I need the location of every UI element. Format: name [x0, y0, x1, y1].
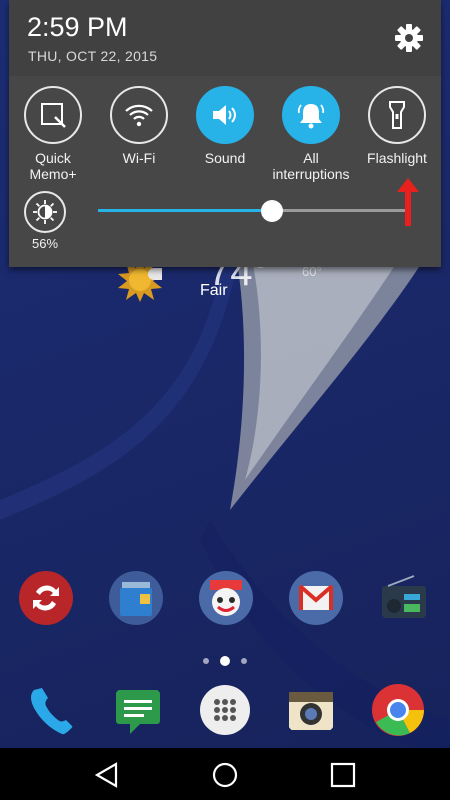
bell-icon	[297, 104, 325, 129]
gmail-icon[interactable]	[288, 570, 344, 626]
qs-label-quick-memo: Quick Memo+	[29, 150, 77, 182]
brightness-percent: 56%	[31, 236, 59, 251]
game-app-icon[interactable]	[198, 570, 254, 626]
home-dock	[0, 682, 450, 742]
quick-remote-icon[interactable]	[18, 570, 74, 626]
page-dot-active[interactable]	[220, 656, 230, 666]
qs-toggle-sound[interactable]	[196, 86, 254, 144]
qs-tile-wifi[interactable]: Wi-Fi	[97, 86, 181, 166]
home-app-row	[0, 570, 450, 630]
phone-icon[interactable]	[22, 682, 78, 738]
flashlight-icon	[389, 101, 405, 129]
clock-date: THU, OCT 22, 2015	[28, 48, 158, 64]
notification-shade: 2:59 PM THU, OCT 22, 2015 Quick Memo+ Wi…	[9, 0, 441, 267]
red-arrow-annotation	[397, 178, 419, 226]
quick-memo-icon	[41, 103, 66, 128]
qs-tile-quick-memo[interactable]: Quick Memo+	[11, 86, 95, 182]
recents-icon[interactable]	[328, 760, 358, 790]
brightness-slider[interactable]	[98, 198, 408, 224]
qs-toggle-quick-memo[interactable]	[24, 86, 82, 144]
qs-tile-flashlight[interactable]: Flashlight	[355, 86, 439, 166]
page-dot[interactable]	[241, 658, 247, 664]
wifi-icon	[125, 104, 153, 127]
qs-label-wifi: Wi-Fi	[122, 150, 156, 166]
slider-fill	[98, 209, 272, 212]
weather-condition: Fair	[200, 282, 228, 299]
qs-label-sound: Sound	[204, 150, 246, 166]
qs-toggle-flashlight[interactable]	[368, 86, 426, 144]
camera-icon[interactable]	[283, 682, 339, 738]
page-dot[interactable]	[203, 658, 209, 664]
settings-gear-icon[interactable]	[393, 22, 425, 54]
qs-tile-sound[interactable]: Sound	[183, 86, 267, 166]
radio-icon[interactable]	[376, 570, 432, 626]
shade-header: 2:59 PM THU, OCT 22, 2015	[9, 0, 441, 76]
auto-brightness-toggle[interactable]	[24, 191, 66, 233]
qs-toggle-wifi[interactable]	[110, 86, 168, 144]
qs-tile-all-interruptions[interactable]: All interruptions	[269, 86, 353, 182]
apps-drawer-icon[interactable]	[197, 682, 253, 738]
chrome-icon[interactable]	[370, 682, 426, 738]
speaker-icon	[213, 105, 236, 125]
page-indicator	[200, 655, 250, 667]
file-manager-icon[interactable]	[108, 570, 164, 626]
clock-time: 2:59 PM	[27, 12, 128, 42]
brightness-icon	[33, 200, 57, 224]
qs-label-flashlight: Flashlight	[367, 150, 427, 166]
navigation-bar	[0, 748, 450, 800]
quick-settings-row: Quick Memo+ Wi-Fi Sound All interruption…	[9, 86, 441, 186]
home-icon[interactable]	[210, 760, 240, 790]
qs-toggle-all-interruptions[interactable]	[282, 86, 340, 144]
back-icon[interactable]	[92, 760, 122, 790]
messaging-icon[interactable]	[110, 682, 166, 738]
qs-label-all-interruptions: All interruptions	[272, 150, 350, 182]
slider-thumb[interactable]	[261, 200, 283, 222]
